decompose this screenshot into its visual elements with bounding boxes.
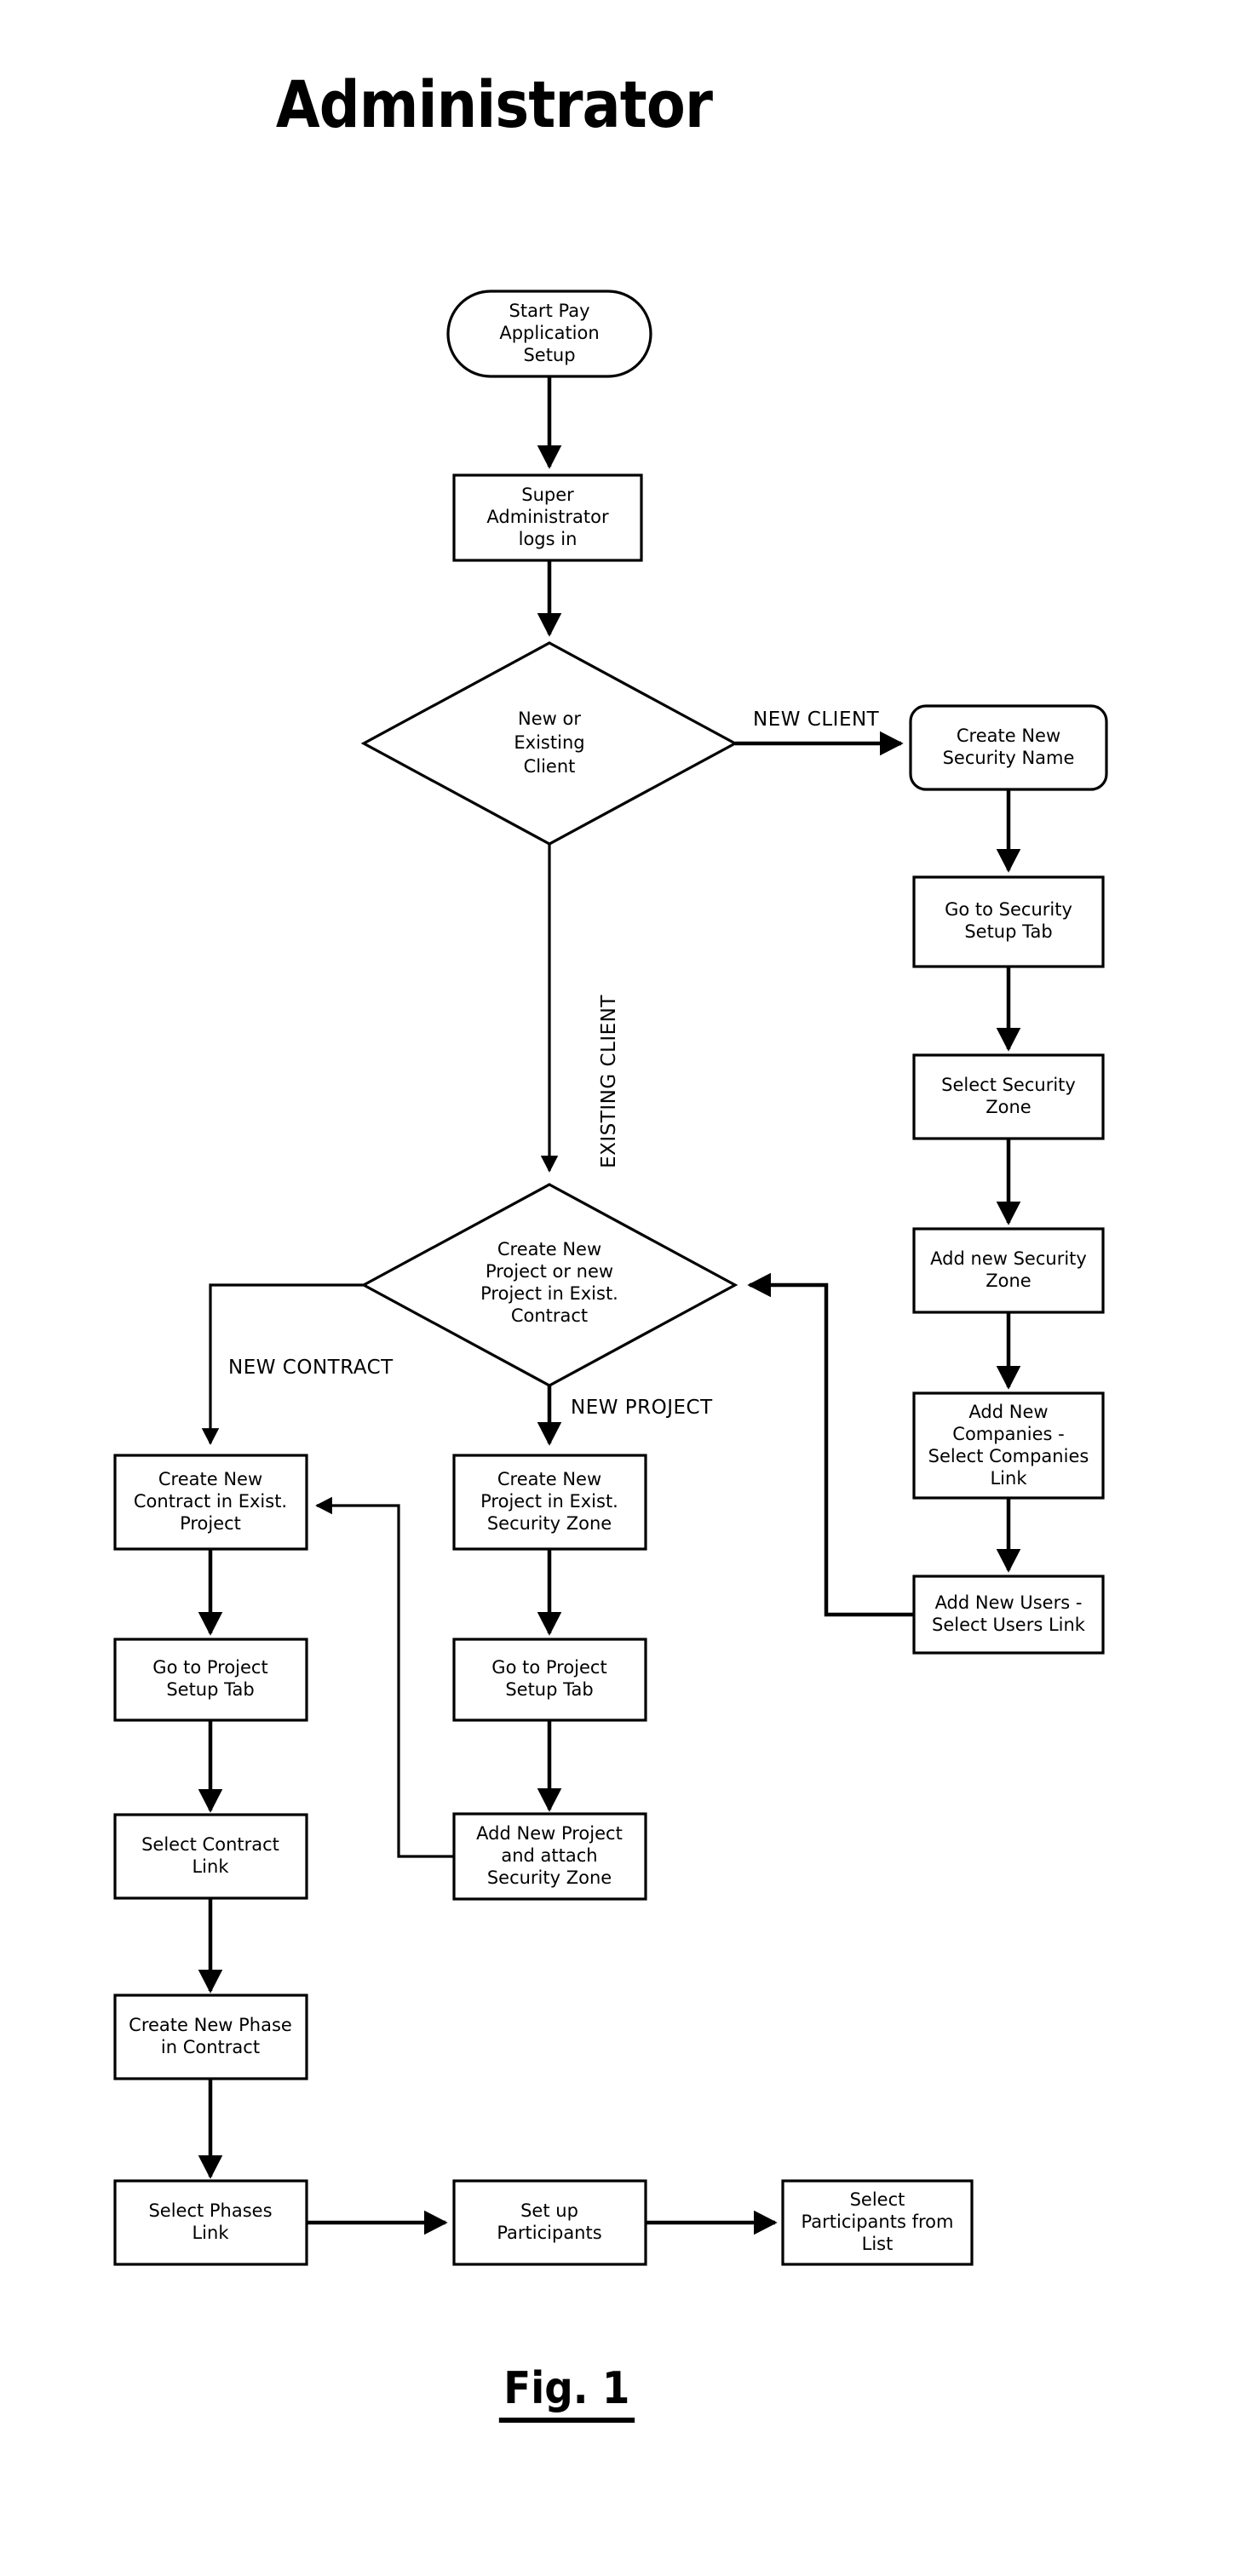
node-go-to-project-setup-tab-left[interactable]: Go to Project Setup Tab: [113, 1638, 308, 1722]
node-label-line: List: [862, 2234, 894, 2254]
node-label-line: Client: [524, 756, 576, 777]
edge-label-new-contract: NEW CONTRACT: [228, 1357, 394, 1379]
node-add-new-users-select-users-link[interactable]: Add New Users - Select Users Link: [912, 1575, 1105, 1655]
node-label-line: Project or new: [486, 1261, 613, 1282]
node-label-line: Project: [180, 1513, 241, 1534]
node-label-line: Security Zone: [487, 1513, 612, 1534]
node-add-new-project-and-attach-security-zone[interactable]: Add New Project and attach Security Zone: [452, 1812, 647, 1901]
edge-add-new-project-to-create-contract: [315, 1496, 454, 1858]
node-label-line: Setup Tab: [964, 921, 1052, 942]
node-create-new-phase-in-contract[interactable]: Create New Phase in Contract: [113, 1994, 308, 2080]
node-label-line: Contract in Exist.: [134, 1491, 287, 1512]
node-go-to-security-setup-tab[interactable]: Go to Security Setup Tab: [912, 875, 1105, 968]
node-label-line: Go to Project: [491, 1657, 606, 1678]
node-start-pay-application-setup[interactable]: Start Pay Application Setup: [446, 290, 652, 378]
flowchart-page: Administrator NEW CLIENT EXISTING CLIENT…: [0, 0, 1247, 2576]
node-label-line: Contract: [511, 1305, 588, 1326]
node-label-line: Start Pay: [509, 301, 590, 321]
node-label-line: Participants from: [802, 2212, 954, 2232]
node-create-new-project-in-exist-security-zone[interactable]: Create New Project in Exist. Security Zo…: [452, 1454, 647, 1551]
node-label-line: Create New: [497, 1469, 601, 1489]
node-go-to-project-setup-tab-middle[interactable]: Go to Project Setup Tab: [452, 1638, 647, 1722]
node-label-line: Security Name: [943, 748, 1075, 768]
figure-caption: Fig. 1: [0, 2363, 1133, 2423]
node-select-participants-from-list[interactable]: Select Participants from List: [781, 2179, 974, 2266]
edge-label-new-project: NEW PROJECT: [571, 1397, 713, 1419]
node-label-line: Create New: [158, 1469, 262, 1489]
node-label-line: Existing: [514, 732, 584, 753]
node-label-line: Project in Exist.: [480, 1491, 618, 1512]
node-create-new-project-decision[interactable]: Create New Project or new Project in Exi…: [360, 1183, 738, 1387]
node-label-line: Add New: [968, 1402, 1048, 1422]
node-label-line: logs in: [519, 529, 578, 549]
node-label-line: Select Security: [941, 1075, 1076, 1095]
node-label-line: Companies -: [952, 1424, 1064, 1444]
node-label-line: Administrator: [486, 507, 609, 527]
node-label-line: Select Contract: [141, 1834, 279, 1855]
edge-add-users-to-project-decision: [747, 1272, 914, 1617]
node-label-line: Create New Phase: [129, 2015, 292, 2035]
node-select-contract-link[interactable]: Select Contract Link: [113, 1813, 308, 1900]
node-label-line: Add New Project: [476, 1823, 623, 1844]
node-set-up-participants[interactable]: Set up Participants: [452, 2179, 647, 2266]
node-label-line: Security Zone: [487, 1867, 612, 1888]
node-add-new-security-zone[interactable]: Add new Security Zone: [912, 1227, 1105, 1314]
node-select-phases-link[interactable]: Select Phases Link: [113, 2179, 308, 2266]
edge-label-new-client: NEW CLIENT: [753, 709, 880, 731]
node-label-line: Set up: [520, 2200, 578, 2221]
node-label-line: Select Users Link: [932, 1615, 1086, 1635]
node-label-line: and attach: [501, 1845, 597, 1866]
node-label-line: Create New: [497, 1239, 601, 1259]
node-label-line: Application: [499, 323, 599, 343]
node-label-line: Super: [521, 485, 574, 505]
node-label-line: Setup Tab: [166, 1679, 254, 1700]
node-label-line: Select Phases: [148, 2200, 272, 2221]
node-create-new-contract-in-exist-project[interactable]: Create New Contract in Exist. Project: [113, 1454, 308, 1551]
node-label-line: Create New: [957, 726, 1060, 746]
node-create-new-security-name[interactable]: Create New Security Name: [909, 704, 1108, 791]
node-label-line: Setup Tab: [505, 1679, 593, 1700]
node-label-line: Go to Project: [152, 1657, 267, 1678]
node-label-line: Add new Security: [930, 1248, 1087, 1269]
node-label-line: Zone: [986, 1271, 1031, 1291]
node-super-administrator-logs-in[interactable]: Super Administrator logs in: [452, 473, 643, 562]
node-label-line: Zone: [986, 1097, 1031, 1117]
node-label-line: New or: [518, 709, 581, 729]
node-label-line: in Contract: [161, 2037, 260, 2057]
node-label-line: Link: [990, 1468, 1027, 1489]
node-label-line: Select Companies: [928, 1446, 1089, 1466]
node-label-line: Setup: [523, 345, 575, 365]
node-label-line: Project in Exist.: [480, 1283, 618, 1304]
node-label-line: Select: [850, 2189, 905, 2210]
node-select-security-zone[interactable]: Select Security Zone: [912, 1053, 1105, 1140]
node-new-or-existing-client-decision[interactable]: New or Existing Client: [360, 641, 738, 846]
node-label-line: Participants: [497, 2223, 601, 2243]
figure-caption-text: Fig. 1: [498, 2363, 635, 2423]
node-label-line: Link: [192, 2223, 229, 2243]
node-label-line: Go to Security: [945, 899, 1072, 920]
node-label-line: Add New Users -: [935, 1592, 1083, 1613]
node-add-new-companies-select-companies-link[interactable]: Add New Companies - Select Companies Lin…: [912, 1391, 1105, 1500]
flowchart-canvas: NEW CLIENT EXISTING CLIENT NEW CONTRACT …: [113, 290, 1108, 2266]
edge-label-existing-client: EXISTING CLIENT: [598, 995, 620, 1168]
node-label-line: Link: [192, 1856, 229, 1877]
